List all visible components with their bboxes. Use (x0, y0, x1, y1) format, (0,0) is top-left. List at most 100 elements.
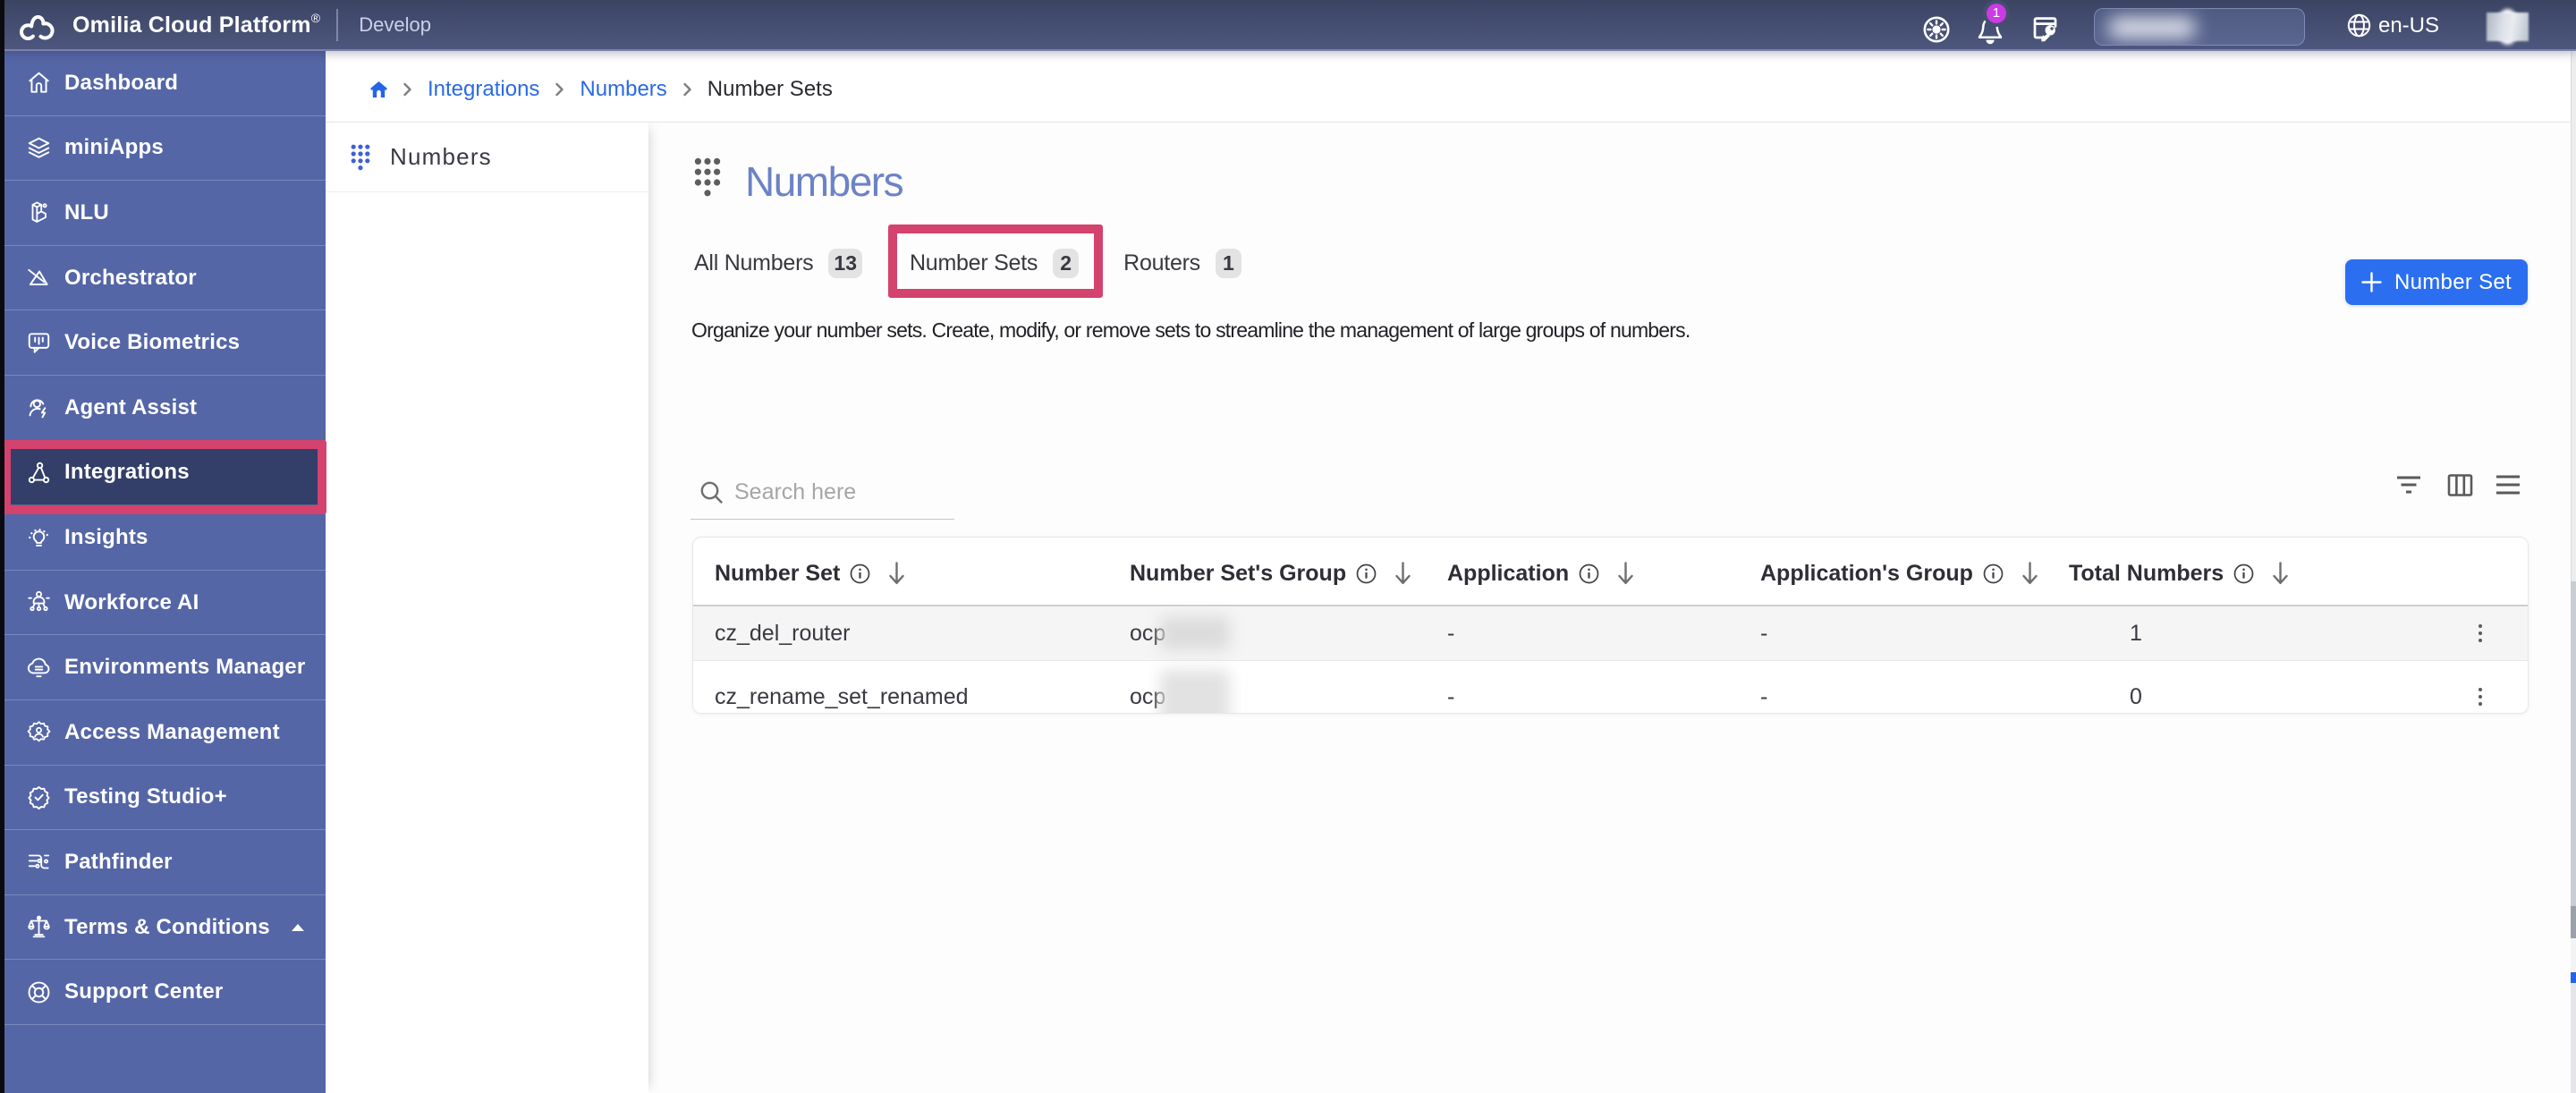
sort-desc-icon[interactable] (2271, 561, 2290, 586)
breadcrumb-link-numbers[interactable]: Numbers (580, 77, 666, 102)
locale-switcher[interactable]: en-US (2347, 13, 2439, 38)
sidebar-item-insights[interactable]: Insights (0, 505, 326, 571)
number-sets-table: Number Set Number Set's Group Applicatio… (692, 537, 2529, 714)
breadcrumb-link-integrations[interactable]: Integrations (428, 77, 539, 102)
tenant-selector[interactable] (2094, 8, 2305, 46)
tab-all-numbers[interactable]: All Numbers 13 (694, 248, 862, 278)
scales-icon (26, 914, 52, 940)
sort-desc-icon[interactable] (2021, 561, 2039, 586)
column-header-total-numbers[interactable]: Total Numbers (2047, 561, 2432, 587)
tenant-name-redacted (2109, 18, 2195, 38)
globe-icon (2347, 13, 2371, 38)
collapse-caret-icon[interactable] (292, 924, 304, 931)
add-button-label: Number Set (2394, 270, 2512, 295)
sort-desc-icon[interactable] (887, 561, 906, 586)
avatar-image-redacted (2487, 13, 2529, 41)
nlu-block-icon (26, 199, 52, 225)
sidebar-item-dashboard[interactable]: Dashboard (0, 51, 326, 116)
locale-label: en-US (2378, 13, 2439, 38)
cloud-environments-icon (26, 655, 52, 681)
registered-mark: ® (311, 11, 321, 25)
cell-number-sets-group: ocp (1108, 616, 1426, 650)
add-number-set-button[interactable]: Number Set (2345, 259, 2528, 305)
breadcrumb-current: Number Sets (708, 77, 833, 102)
info-icon[interactable] (1579, 563, 1599, 584)
table-header-row: Number Set Number Set's Group Applicatio… (693, 538, 2528, 606)
sidebar-item-nlu[interactable]: NLU (0, 181, 326, 246)
column-header-applications-group[interactable]: Application's Group (1739, 561, 2047, 587)
breadcrumb: Integrations Numbers Number Sets (326, 51, 2576, 123)
pathfinder-circuit-icon (26, 849, 52, 875)
tab-number-sets[interactable]: Number Sets 2 (910, 248, 1079, 278)
panel-item-numbers[interactable]: Numbers (326, 123, 648, 192)
redacted-text (1160, 616, 1230, 650)
table-view-controls (2395, 471, 2521, 498)
cell-applications-group: - (1739, 621, 2047, 647)
sidebar-item-workforce-ai[interactable]: Workforce AI (0, 571, 326, 636)
dialpad-icon (694, 157, 721, 198)
brand: Omilia Cloud Platform® (0, 10, 320, 40)
row-actions-kebab-icon[interactable] (2478, 687, 2483, 707)
table-row[interactable]: cz_rename_set_renamed ocp - - 0 (693, 661, 2528, 713)
panel-item-label: Numbers (390, 143, 492, 171)
sidebar-item-voice-biometrics[interactable]: Voice Biometrics (0, 310, 326, 376)
table-row[interactable]: cz_del_router ocp - - 1 (693, 606, 2528, 661)
row-actions-kebab-icon[interactable] (2478, 623, 2483, 643)
sidebar-item-environments-manager[interactable]: Environments Manager (0, 635, 326, 700)
column-header-number-sets-group[interactable]: Number Set's Group (1108, 561, 1426, 587)
screen-edge (0, 0, 4, 1093)
column-header-application[interactable]: Application (1426, 561, 1739, 587)
orchestrator-icon (26, 265, 52, 291)
notification-badge: 1 (1987, 4, 2006, 23)
main-content: Numbers All Numbers 13 Number Sets 2 Rou… (648, 123, 2576, 1093)
search-input[interactable] (734, 479, 949, 505)
cell-application: - (1426, 684, 1739, 710)
sidebar-item-integrations[interactable]: Integrations (0, 441, 326, 506)
sort-desc-icon[interactable] (1394, 561, 1412, 586)
agent-assist-icon (26, 394, 52, 420)
scrollbar-thumb[interactable] (2571, 581, 2576, 906)
home-icon[interactable] (370, 81, 387, 97)
sidebar-item-orchestrator[interactable]: Orchestrator (0, 246, 326, 311)
filter-icon[interactable] (2395, 471, 2422, 498)
tab-routers[interactable]: Routers 1 (1123, 248, 1241, 278)
dialpad-icon (351, 144, 370, 171)
topbar-nav-develop[interactable]: Develop (359, 13, 431, 37)
sidebar-item-terms-conditions[interactable]: Terms & Conditions (0, 895, 326, 961)
layers-icon (26, 135, 52, 161)
columns-icon[interactable] (2447, 472, 2473, 498)
plus-icon (2361, 272, 2382, 292)
cell-number-sets-group: ocp (1108, 661, 1426, 714)
voice-bubble-icon (26, 330, 52, 356)
cell-application: - (1426, 621, 1739, 647)
brand-name: Omilia Cloud Platform® (72, 11, 320, 38)
info-icon[interactable] (1356, 563, 1377, 584)
sidebar-item-miniapps[interactable]: miniApps (0, 116, 326, 182)
scrollbar[interactable] (2571, 51, 2576, 1093)
topbar-divider (336, 9, 338, 41)
column-header-number-set[interactable]: Number Set (693, 561, 1108, 587)
cell-total-numbers: 1 (2047, 621, 2432, 647)
sidebar-item-pathfinder[interactable]: Pathfinder (0, 830, 326, 895)
chevron-right-icon (555, 82, 564, 97)
list-view-icon[interactable] (2495, 471, 2521, 498)
sidebar-item-agent-assist[interactable]: Agent Assist (0, 376, 326, 441)
system-health-icon[interactable] (1922, 15, 1951, 44)
api-key-icon[interactable] (2031, 14, 2059, 42)
sidebar-item-support-center[interactable]: Support Center (0, 960, 326, 1025)
tab-count-badge: 2 (1053, 249, 1079, 278)
sidebar: Dashboard miniApps NLU Orchestrator Voic… (0, 51, 326, 1093)
info-icon[interactable] (2233, 563, 2254, 584)
avatar[interactable] (2487, 8, 2529, 46)
info-icon[interactable] (1983, 563, 2004, 584)
cell-total-numbers: 0 (2047, 684, 2432, 710)
sort-desc-icon[interactable] (1616, 561, 1635, 586)
sidebar-item-testing-studio[interactable]: Testing Studio+ (0, 766, 326, 831)
access-gear-icon (26, 719, 52, 745)
integrations-icon (26, 460, 52, 486)
tab-count-badge: 13 (828, 249, 862, 278)
tab-count-badge: 1 (1216, 249, 1241, 278)
cell-number-set: cz_rename_set_renamed (693, 684, 1108, 710)
sidebar-item-access-management[interactable]: Access Management (0, 700, 326, 766)
info-icon[interactable] (850, 563, 870, 584)
